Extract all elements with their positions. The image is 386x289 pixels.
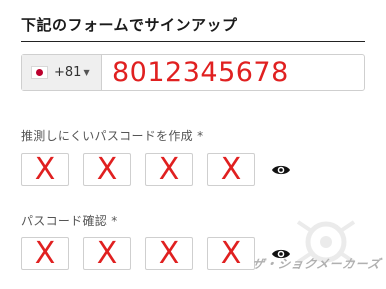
confirm-passcode-label: パスコード確認 *	[21, 214, 118, 228]
passcode-digit: X	[158, 151, 180, 187]
create-passcode-label: 推測しにくいパスコードを作成 *	[21, 129, 204, 143]
create-passcode-row: X X X X	[21, 153, 291, 186]
passcode-digit: X	[96, 235, 118, 271]
passcode-digit: X	[34, 235, 56, 271]
title-divider	[21, 41, 365, 42]
phone-input-group: +81 ▼ 8012345678	[21, 54, 365, 91]
passcode-digit-box[interactable]: X	[207, 237, 255, 270]
eye-icon[interactable]	[271, 163, 291, 177]
caret-down-icon: ▼	[83, 68, 90, 77]
country-code-value: +81	[54, 65, 82, 80]
passcode-digit-box[interactable]: X	[145, 237, 193, 270]
passcode-digit-box[interactable]: X	[207, 153, 255, 186]
passcode-digit: X	[158, 235, 180, 271]
passcode-digit-box[interactable]: X	[21, 153, 69, 186]
watermark-text: ザ・ショクメーカーズ	[250, 257, 383, 271]
passcode-digit: X	[96, 151, 118, 187]
passcode-digit-box[interactable]: X	[83, 237, 131, 270]
japan-flag-icon	[31, 66, 48, 79]
passcode-digit: X	[220, 151, 242, 187]
watermark-logo-icon	[296, 220, 356, 264]
country-code-selector[interactable]: +81 ▼	[22, 55, 102, 90]
phone-number-input[interactable]: 8012345678	[112, 57, 289, 88]
passcode-digit-box[interactable]: X	[145, 153, 193, 186]
passcode-digit: X	[220, 235, 242, 271]
passcode-digit: X	[34, 151, 56, 187]
passcode-digit-box[interactable]: X	[83, 153, 131, 186]
passcode-digit-box[interactable]: X	[21, 237, 69, 270]
form-title: 下記のフォームでサインアップ	[21, 16, 238, 34]
